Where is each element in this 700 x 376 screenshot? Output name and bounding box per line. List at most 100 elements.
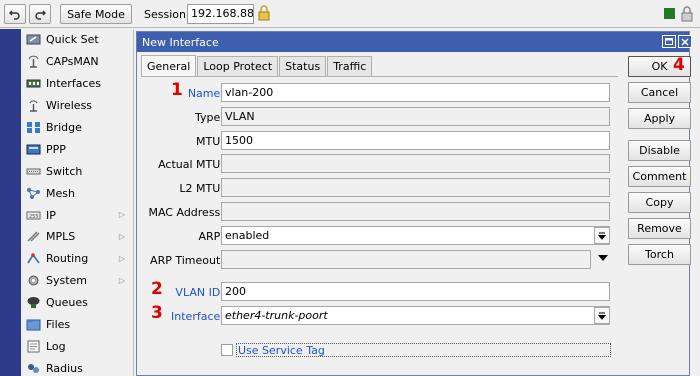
annotation-marker-2: 2	[151, 279, 163, 299]
close-button[interactable]	[678, 35, 692, 48]
wireless-icon	[25, 99, 41, 113]
type-label: Type:	[195, 111, 224, 124]
undo-button[interactable]	[4, 4, 26, 24]
arp-timeout-row: ARP Timeout:	[141, 250, 618, 270]
lock-icon	[258, 5, 270, 21]
maximize-icon	[665, 38, 673, 45]
actual-mtu-field	[221, 154, 610, 173]
sidebar-item-wireless[interactable]: Wireless	[21, 95, 133, 117]
mtu-label: MTU:	[196, 135, 224, 148]
l2-mtu-label: L2 MTU:	[179, 182, 224, 195]
submenu-arrow-icon: ▷	[118, 210, 125, 220]
session-label: Session:	[144, 8, 190, 21]
arp-select[interactable]: enabled	[221, 226, 610, 245]
sidebar-item-label: Interfaces	[46, 77, 101, 91]
window-title: New Interface	[142, 35, 219, 49]
sidebar-item-label: PPP	[46, 142, 66, 156]
sidebar-item-ppp[interactable]: PPP	[21, 138, 133, 160]
sidebar-item-interfaces[interactable]: Interfaces	[21, 73, 133, 95]
comment-button[interactable]: Comment	[628, 166, 691, 187]
mac-address-field	[221, 202, 610, 221]
arp-timeout-expand-icon[interactable]	[598, 255, 608, 261]
annotation-marker-1: 1	[171, 80, 183, 100]
status-indicator	[664, 8, 675, 19]
tab-general[interactable]: General	[141, 55, 197, 76]
redo-button[interactable]	[29, 4, 51, 24]
remove-button[interactable]: Remove	[628, 218, 691, 239]
vlan-id-input[interactable]: 200	[221, 282, 610, 301]
vlan-id-label: VLAN ID:	[175, 286, 224, 299]
tab-traffic[interactable]: Traffic	[327, 56, 373, 76]
name-row: 1 Name: vlan-200	[141, 80, 618, 103]
sidebar-item-label: Radius	[46, 361, 83, 375]
mac-row: MAC Address:	[141, 202, 618, 222]
sidebar-item-label: Files	[46, 318, 71, 332]
sidebar-item-capsman[interactable]: CAPsMAN	[21, 51, 133, 73]
undo-icon	[9, 10, 20, 20]
interface-dropdown-button[interactable]	[594, 307, 610, 324]
interface-select[interactable]: ether4-trunk-poort	[221, 306, 610, 325]
arp-row: ARP: enabled	[141, 226, 618, 246]
use-service-tag-checkbox[interactable]	[221, 344, 233, 356]
sidebar-item-label: Bridge	[46, 121, 82, 134]
mac-address-label: MAC Address:	[148, 206, 224, 219]
arp-dropdown-button[interactable]	[594, 227, 610, 244]
mesh-icon	[25, 186, 41, 200]
sidebar-item-log[interactable]: Log	[21, 335, 133, 357]
sidebar-item-label: Wireless	[46, 99, 93, 113]
annotation-marker-3: 3	[151, 303, 163, 323]
use-service-tag-label[interactable]: Use Service Tag	[236, 343, 611, 357]
sidebar-item-radius[interactable]: Radius	[21, 357, 133, 376]
routing-icon	[25, 252, 41, 266]
annotation-marker-4: 4	[673, 55, 685, 75]
window-titlebar[interactable]: New Interface	[137, 32, 692, 52]
disable-button[interactable]: Disable	[628, 140, 691, 161]
sidebar-item-system[interactable]: System ▷	[21, 270, 133, 292]
type-row: Type: VLAN	[141, 107, 618, 127]
sidebar-item-files[interactable]: Files	[21, 314, 133, 336]
submenu-arrow-icon: ▷	[118, 275, 125, 285]
system-icon	[25, 274, 41, 288]
ip-icon: 255	[25, 208, 41, 222]
sidebar-menu: Quick Set CAPsMAN Interfaces Wireless Br…	[21, 29, 134, 376]
switch-icon	[25, 164, 41, 178]
dropdown-arrow-icon	[598, 312, 606, 320]
l2-mtu-field	[221, 178, 610, 197]
sidebar-item-switch[interactable]: Switch	[21, 160, 133, 182]
sidebar-item-quick-set[interactable]: Quick Set	[21, 29, 133, 51]
sidebar-item-bridge[interactable]: Bridge	[21, 117, 133, 139]
sidebar-item-mpls[interactable]: MPLS ▷	[21, 226, 133, 248]
sidebar-item-queues[interactable]: Queues	[21, 292, 133, 314]
log-icon	[25, 339, 41, 353]
new-interface-window: New Interface General Loop Protect Statu…	[136, 31, 692, 376]
sidebar-item-label: Switch	[46, 164, 83, 178]
apply-button[interactable]: Apply	[628, 108, 691, 129]
safe-mode-button[interactable]: Safe Mode	[60, 4, 132, 24]
sidebar-item-label: MPLS	[46, 230, 76, 244]
sidebar-item-label: Mesh	[46, 186, 75, 200]
quick-set-icon	[25, 33, 41, 47]
l2-mtu-row: L2 MTU:	[141, 178, 618, 198]
tab-status[interactable]: Status	[279, 56, 327, 76]
capsman-icon	[25, 55, 41, 69]
copy-button[interactable]: Copy	[628, 192, 691, 213]
radius-icon	[25, 361, 41, 375]
mtu-input[interactable]: 1500	[221, 131, 610, 150]
mtu-row: MTU: 1500	[141, 131, 618, 151]
tab-loop-protect[interactable]: Loop Protect	[197, 56, 279, 76]
sidebar-item-label: Queues	[46, 296, 88, 310]
sidebar-item-label: Log	[46, 339, 66, 353]
sidebar-item-ip[interactable]: 255 IP ▷	[21, 204, 133, 226]
name-input[interactable]: vlan-200	[221, 83, 610, 102]
top-toolbar: Safe Mode Session: 192.168.88.1	[0, 0, 700, 28]
sidebar-item-mesh[interactable]: Mesh	[21, 182, 133, 204]
sidebar-item-routing[interactable]: Routing ▷	[21, 248, 133, 270]
vertical-brand-strip	[0, 29, 21, 376]
sidebar-item-label: System	[46, 274, 88, 288]
sidebar-item-label: IP	[46, 208, 56, 222]
sidebar-item-label: Quick Set	[46, 33, 99, 47]
vlan-id-row: 2 VLAN ID: 200	[141, 279, 618, 302]
maximize-button[interactable]	[662, 35, 676, 48]
cancel-button[interactable]: Cancel	[628, 82, 691, 103]
torch-button[interactable]: Torch	[628, 244, 691, 265]
